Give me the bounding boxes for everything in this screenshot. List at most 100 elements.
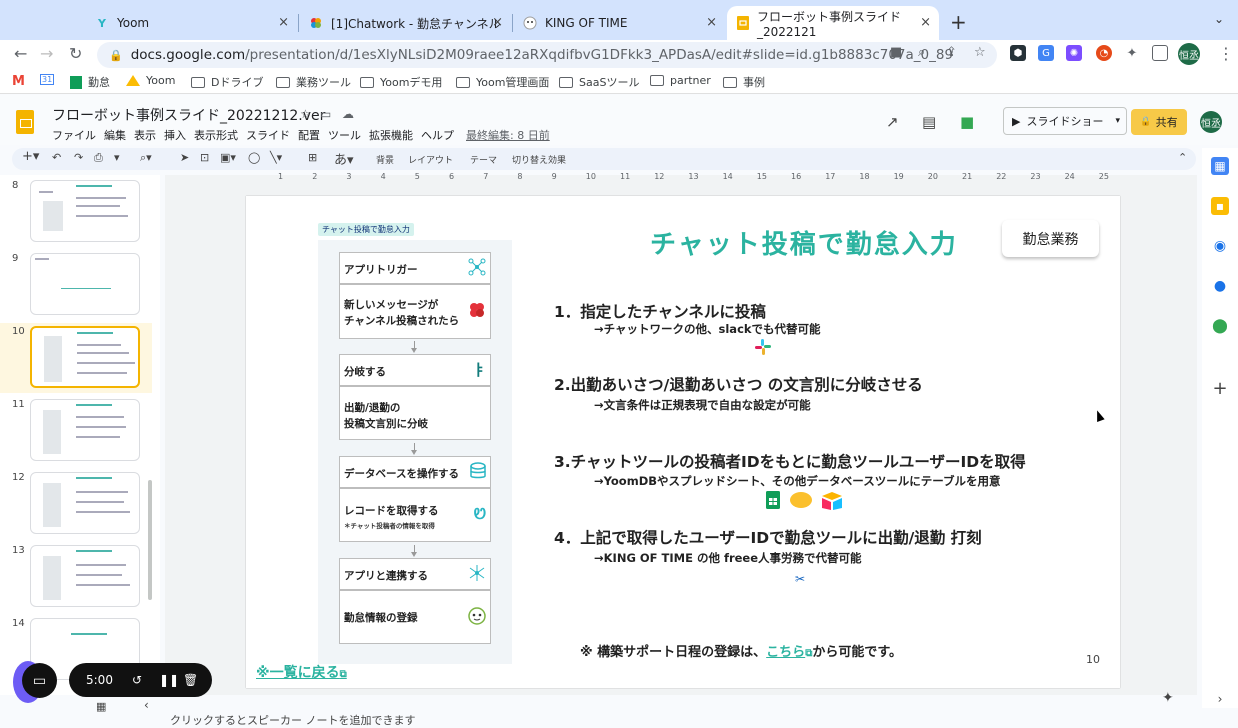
recorder-camera-button[interactable]: ▭ [22,663,57,698]
bookmark-saas[interactable]: SaaSツール [559,74,639,90]
grid-view-icon[interactable]: ▦ [96,700,106,713]
document-title[interactable]: フローボット事例スライド_20221212.ver [52,105,325,125]
bookmark-kintai[interactable]: 勤怠 [70,74,110,90]
menu-insert[interactable]: 挿入 [164,127,186,143]
menu-extensions[interactable]: 拡張機能 [369,127,413,143]
menu-edit[interactable]: 編集 [104,127,126,143]
extension-icon[interactable]: ✺ [1066,45,1082,61]
bookmark-d-drive[interactable]: Dドライブ [191,74,263,90]
keep-icon[interactable]: ▪ [1211,197,1229,215]
add-addon-icon[interactable]: + [1211,378,1229,399]
pause-icon[interactable]: ❚❚ [159,673,179,687]
menu-arrange[interactable]: 配置 [298,127,320,143]
comment-icon[interactable]: ▤ [922,113,936,131]
tasks-icon[interactable]: ◉ [1211,237,1229,255]
shape-icon[interactable]: ◯ [248,151,260,164]
tab-search-icon[interactable]: ⌄ [1214,12,1224,26]
share-page-icon[interactable]: ⇪ [946,45,957,60]
avatar[interactable]: 恒丞 [1178,43,1200,65]
extension-icon[interactable]: ⬢ [1010,45,1026,61]
back-to-list-link[interactable]: ※一覧に戻る⧉ [256,662,347,682]
camera-icon[interactable]: ■ [890,45,902,60]
star-icon[interactable]: ☆ [300,107,311,121]
move-folder-icon[interactable]: ▭ [320,107,331,121]
comment-add-icon[interactable]: ⊞ [308,151,317,164]
reload-icon[interactable]: ↻ [69,44,82,63]
menu-file[interactable]: ファイル [52,127,96,143]
bookmark-yoom-demo[interactable]: Yoomデモ用 [360,74,442,90]
toolbar-transition[interactable]: 切り替え効果 [512,153,566,166]
menu-slide[interactable]: スライド [246,127,290,143]
share-button[interactable]: 🔒 共有 [1131,109,1187,135]
explore-icon[interactable]: ✦ [1162,690,1174,706]
menu-view[interactable]: 表示 [134,127,156,143]
menu-tools[interactable]: ツール [328,127,361,143]
translate-icon[interactable]: G [1038,45,1054,61]
zoom-icon[interactable]: ⌕▾ [140,151,152,165]
toolbar-layout[interactable]: レイアウト [408,153,453,166]
maps-icon[interactable]: ⬤ [1211,317,1229,335]
speaker-notes[interactable]: クリックするとスピーカー ノートを追加できます [170,712,416,728]
textbox-icon[interactable]: ⊡ [200,151,209,164]
chevron-down-icon[interactable]: ▾ [1115,116,1120,126]
tab-slides-active[interactable]: フローボット事例スライド_2022121 × [727,6,939,40]
redo-icon[interactable]: ↷ [74,151,83,164]
bookmark-tools[interactable]: 業務ツール [276,74,351,90]
filmstrip-scrollbar[interactable] [148,480,152,600]
image-icon[interactable]: ▣▾ [220,151,236,164]
slideshow-button[interactable]: ▶ スライドショー ▾ [1003,107,1127,135]
forward-arrow-icon[interactable]: → [40,44,53,63]
bookmark-yoom[interactable]: Yoom [126,74,175,87]
bookmark-cases[interactable]: 事例 [723,74,765,90]
slide-thumbnail[interactable] [30,545,140,607]
collapse-icon[interactable]: ⌃ [1178,151,1187,164]
avatar[interactable]: 恒丞 [1200,111,1222,133]
slide-thumbnail[interactable] [30,180,140,242]
close-icon[interactable]: × [706,15,717,30]
calendar-icon[interactable]: 31 [40,74,55,85]
cloud-saved-icon[interactable]: ☁ [342,107,354,121]
select-cursor-icon[interactable]: ➤ [180,151,189,164]
bookmark-partner[interactable]: partner [650,74,711,87]
close-icon[interactable]: × [492,15,503,30]
new-tab-button[interactable]: + [950,10,967,34]
bookmark-star-icon[interactable]: ☆ [974,45,986,60]
calendar-icon[interactable]: ▦ [1211,157,1229,175]
bookmark-yoom-admin[interactable]: Yoom管理画面 [456,74,549,90]
support-link[interactable]: こちら [766,645,805,660]
url-bar[interactable]: 🔒 docs.google.com/presentation/d/1esXlyN… [97,42,997,68]
side-panel-icon[interactable] [1152,45,1168,61]
paint-format-icon[interactable]: ▾ [114,151,120,164]
meet-icon[interactable]: ■ [960,113,974,131]
collapse-panel-icon[interactable]: ‹ [144,698,149,712]
slide-thumbnail[interactable] [30,399,140,461]
back-arrow-icon[interactable]: ← [14,44,27,63]
line-icon[interactable]: ╲▾ [270,151,282,164]
toolbar-background[interactable]: 背景 [376,153,394,166]
puzzle-icon[interactable]: ✦ [1124,45,1140,61]
slide-10[interactable]: チャット投稿で勤怠入力 アプリトリガー 新しいメッセージが チャンネル投稿された… [246,196,1120,688]
close-icon[interactable]: × [278,15,289,30]
contacts-icon[interactable]: ● [1211,277,1229,295]
extension-icon[interactable]: ◔ [1096,45,1112,61]
tab-chatwork[interactable]: [1]Chatwork - 勤怠チャンネル × [299,6,511,40]
tab-yoom[interactable]: Y Yoom × [85,6,297,40]
gmail-icon[interactable]: M [12,74,25,89]
activity-trend-icon[interactable]: ↗ [886,113,899,131]
menu-format[interactable]: 表示形式 [194,127,238,143]
restart-icon[interactable]: ↺ [132,673,142,687]
close-icon[interactable]: × [920,15,931,30]
slide-thumbnail[interactable] [30,472,140,534]
tab-kingoftime[interactable]: KING OF TIME × [513,6,725,40]
delete-icon[interactable]: 🗑 [183,673,198,687]
undo-icon[interactable]: ↶ [52,151,61,164]
last-edit-link[interactable]: 最終編集: 8 日前 [466,127,550,143]
slide-thumbnail[interactable] [30,253,140,315]
slide-thumbnail-selected[interactable] [30,326,140,388]
toolbar-theme[interactable]: テーマ [470,153,497,166]
chevron-right-icon[interactable]: › [1211,690,1229,708]
print-icon[interactable]: ⎙ [94,151,103,165]
new-slide-icon[interactable]: +▾ [22,149,39,164]
zoom-icon[interactable]: ⌕ [918,45,925,60]
slides-logo-icon[interactable] [16,110,34,134]
